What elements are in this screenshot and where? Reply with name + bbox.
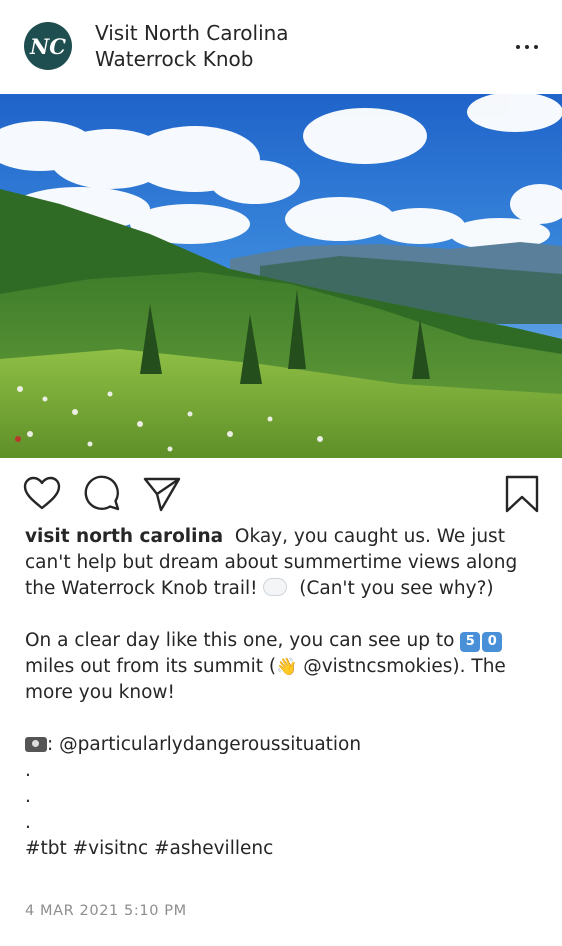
post-header: NC Visit North Carolina Waterrock Knob (0, 0, 562, 94)
post-timestamp: 4 MAR 2021 5:10 PM (25, 903, 187, 919)
post-photo[interactable] (0, 94, 562, 458)
account-name[interactable]: Visit North Carolina (95, 20, 289, 46)
keycap-zero-icon: 0 (482, 632, 503, 652)
caption-username[interactable]: visit north carolina (25, 526, 223, 547)
camera-icon (25, 737, 47, 752)
caption-paragraph-2-start: On a clear day like this one, you can se… (25, 630, 455, 651)
caption-paragraph-2-mid: miles out from its summit ( (25, 656, 277, 677)
caption-paragraph-1-tail: (Can't you see why?) (299, 578, 494, 599)
comment-icon[interactable] (82, 474, 122, 514)
caption-dot: . (25, 786, 31, 807)
caption-hashtags[interactable]: #tbt #visitnc #ashevillenc (25, 838, 273, 859)
waving-hand-icon: 👋 (276, 657, 298, 677)
thought-bubble-icon (263, 578, 288, 596)
heart-icon[interactable] (22, 474, 62, 514)
post-actions (0, 474, 562, 514)
keycap-five-icon: 5 (460, 632, 481, 652)
caption-dot: . (25, 760, 31, 781)
avatar[interactable]: NC (24, 22, 72, 70)
more-horizontal-icon[interactable] (516, 32, 538, 62)
location-tag[interactable]: Waterrock Knob (95, 46, 253, 72)
post-caption: visit north carolina Okay, you caught us… (25, 524, 545, 862)
paper-plane-icon[interactable] (142, 474, 182, 514)
caption-dot: . (25, 812, 31, 833)
bookmark-icon[interactable] (502, 474, 542, 514)
photo-credit: : @particularlydangeroussituation (47, 734, 362, 755)
